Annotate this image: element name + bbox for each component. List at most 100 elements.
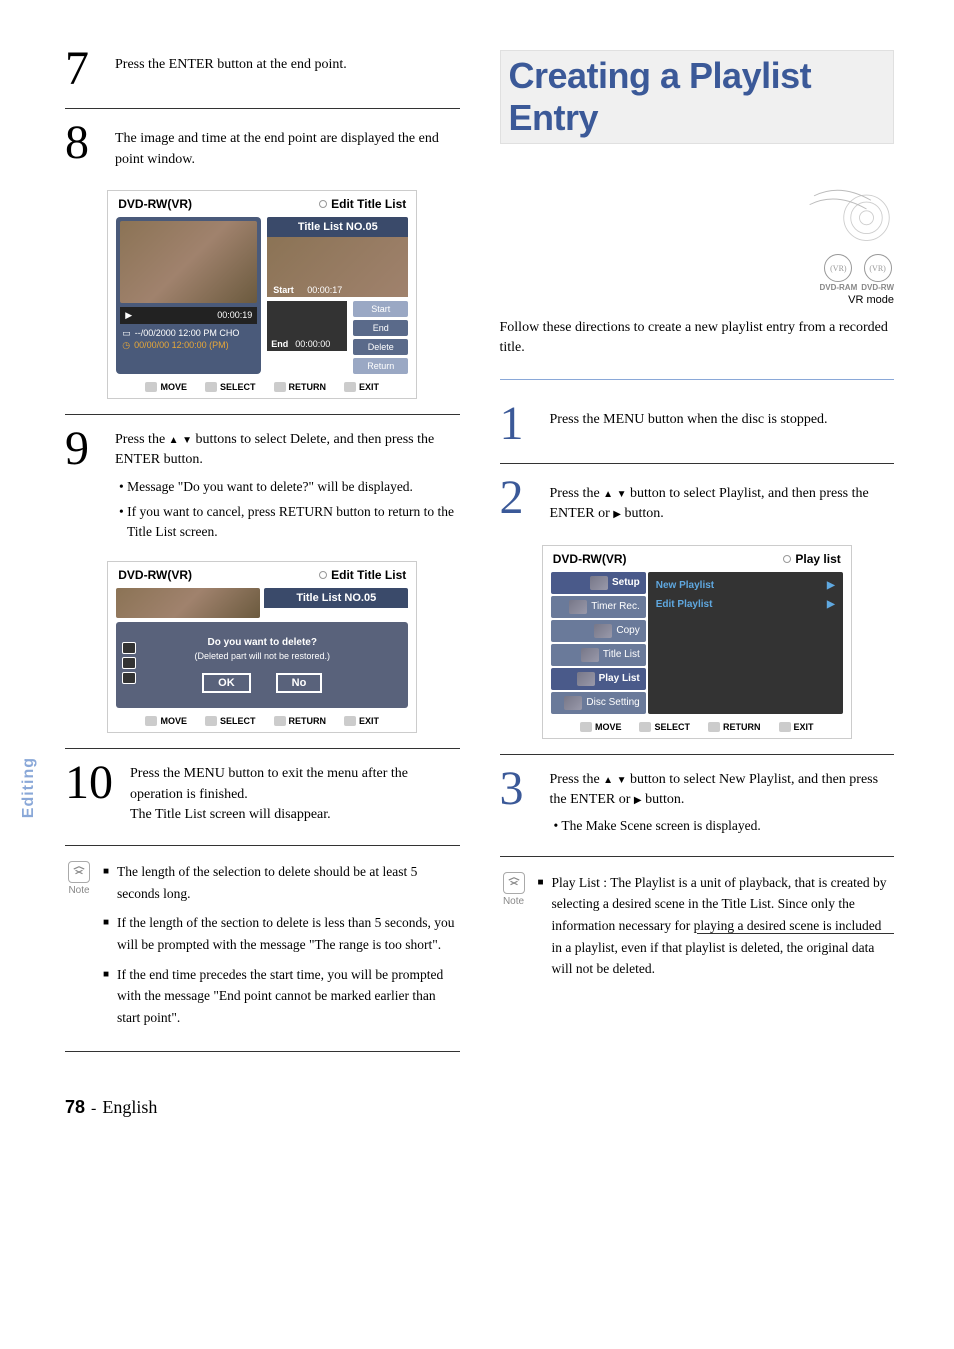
menu-thumb-icon <box>590 576 608 590</box>
notes-section-right: Note ■ Play List : The Playlist is a uni… <box>500 872 895 988</box>
osd-header-left: DVD-RW(VR) <box>118 197 192 211</box>
osd3-foot-return: RETURN <box>723 722 761 732</box>
divider <box>65 845 460 846</box>
note-label: Note <box>65 861 93 896</box>
note-label: Note <box>500 872 528 907</box>
menu-item-playlist: Play List <box>551 668 646 690</box>
bullet-icon <box>783 555 791 563</box>
osd-end-time: 00:00:00 <box>295 339 330 349</box>
side-tab-editing: Editing <box>20 757 38 818</box>
disc-icon-ram: (VR) <box>824 254 852 282</box>
note-icon <box>68 861 90 883</box>
step-number-7: 7 <box>65 50 100 88</box>
osd-edit-title-list: DVD-RW(VR) Edit Title List ▶ 00:00:19 <box>107 190 417 399</box>
menu-item-copy: Copy <box>551 620 646 642</box>
osd-foot-move: MOVE <box>160 382 187 392</box>
osd-btn-start: Start <box>353 301 408 317</box>
menu-item-discsetting: Disc Setting <box>551 692 646 714</box>
step-9: 9 Press the buttons to select Delete, an… <box>65 430 460 541</box>
step-number-3: 3 <box>500 770 535 808</box>
osd-header-right: Edit Title List <box>331 197 406 211</box>
menu-thumb-icon <box>594 624 612 638</box>
play-icon: ▶ <box>125 310 132 321</box>
return-icon <box>274 716 286 726</box>
divider <box>65 414 460 415</box>
osd3-header-right: Play list <box>795 552 840 566</box>
menu-thumb-icon <box>577 672 595 686</box>
intro-text: Follow these directions to create a new … <box>500 318 895 359</box>
confirm-submessage: (Deleted part will not be restored.) <box>126 651 398 661</box>
move-icon <box>145 382 157 392</box>
step-1-text: Press the MENU button when the disc is s… <box>550 405 828 430</box>
divider <box>65 1051 460 1052</box>
page-footer: 78 - English <box>65 1097 894 1118</box>
osd2-foot-exit: EXIT <box>359 716 379 726</box>
divider <box>65 748 460 749</box>
step-number-9: 9 <box>65 430 100 468</box>
menu-item-timer: Timer Rec. <box>551 596 646 618</box>
square-bullet-icon: ■ <box>103 912 109 955</box>
step-9-bullet-1: • Message "Do you want to delete?" will … <box>115 477 460 497</box>
step-9-text: Press the buttons to select Delete, and … <box>115 430 460 471</box>
osd-foot-exit: EXIT <box>359 382 379 392</box>
osd-playlist-menu: DVD-RW(VR) Play list Setup Timer Rec. Co… <box>542 545 852 739</box>
osd-btn-delete: Delete <box>353 339 408 355</box>
osd2-foot-select: SELECT <box>220 716 256 726</box>
osd3-foot-move: MOVE <box>595 722 622 732</box>
select-icon <box>205 382 217 392</box>
menu-right-editplaylist: Edit Playlist▶ <box>654 595 837 614</box>
confirm-message: Do you want to delete? <box>126 637 398 648</box>
vr-mode-label: VR mode <box>500 294 895 306</box>
divider <box>65 108 460 109</box>
osd3-foot-select: SELECT <box>654 722 690 732</box>
step-8-text: The image and time at the end point are … <box>115 124 460 170</box>
step-number-1: 1 <box>500 405 535 443</box>
step-10-text-1: Press the MENU button to exit the menu a… <box>130 764 460 805</box>
osd2-foot-move: MOVE <box>160 716 187 726</box>
osd-start-thumb: Start 00:00:17 <box>267 237 408 297</box>
clock-icon: ◷ <box>122 339 130 351</box>
step-number-8: 8 <box>65 124 100 162</box>
osd-foot-select: SELECT <box>220 382 256 392</box>
page-language: English <box>102 1097 157 1118</box>
menu-thumb-icon <box>564 696 582 710</box>
osd-foot-return: RETURN <box>289 382 327 392</box>
step-2-text: Press the button to select Playlist, and… <box>550 479 895 525</box>
right-column: Creating a Playlist Entry (VR) DVD-RAM (… <box>500 50 895 1067</box>
swirl-graphic <box>804 174 894 244</box>
osd-meta-2: 00/00/00 12:00:00 (PM) <box>134 339 229 351</box>
play-icon-small <box>122 642 136 654</box>
step-10: 10 Press the MENU button to exit the men… <box>65 764 460 825</box>
exit-icon <box>344 716 356 726</box>
osd-meta-1: --/00/2000 12:00 PM CHO <box>135 327 240 339</box>
step-10-text-2: The Title List screen will disappear. <box>130 805 460 825</box>
confirm-ok-button: OK <box>202 673 251 693</box>
divider <box>500 463 895 464</box>
return-icon <box>274 382 286 392</box>
divider <box>500 856 895 857</box>
step-1: 1 Press the MENU button when the disc is… <box>500 405 895 443</box>
film-icon-small <box>122 657 136 669</box>
notes-section: Note ■The length of the selection to del… <box>65 861 460 1036</box>
osd-play-time: 00:00:19 <box>217 310 252 320</box>
square-bullet-icon: ■ <box>103 964 109 1029</box>
divider <box>500 754 895 755</box>
page-number: 78 <box>65 1097 85 1118</box>
step-number-10: 10 <box>65 764 115 802</box>
osd2-header-left: DVD-RW(VR) <box>118 568 192 582</box>
osd-delete-confirm: DVD-RW(VR) Edit Title List Title List NO… <box>107 561 417 733</box>
step-7: 7 Press the ENTER button at the end poin… <box>65 50 460 88</box>
step-3-bullet-1: • The Make Scene screen is displayed. <box>550 816 895 836</box>
menu-right-newplaylist: New Playlist▶ <box>654 576 837 595</box>
footer-dash: - <box>91 1100 96 1118</box>
disc-icon-rw: (VR) <box>864 254 892 282</box>
osd-end-thumb: End 00:00:00 <box>267 301 347 351</box>
osd-thumbnail <box>120 221 257 303</box>
disc-label-ram: DVD-RAM <box>819 283 857 292</box>
osd3-header-left: DVD-RW(VR) <box>553 552 627 566</box>
osd-title-no: Title List NO.05 <box>267 217 408 237</box>
step-2: 2 Press the button to select Playlist, a… <box>500 479 895 525</box>
step-9-bullet-2: • If you want to cancel, press RETURN bu… <box>115 502 460 541</box>
left-column: 7 Press the ENTER button at the end poin… <box>65 50 460 1067</box>
bullet-icon <box>319 200 327 208</box>
